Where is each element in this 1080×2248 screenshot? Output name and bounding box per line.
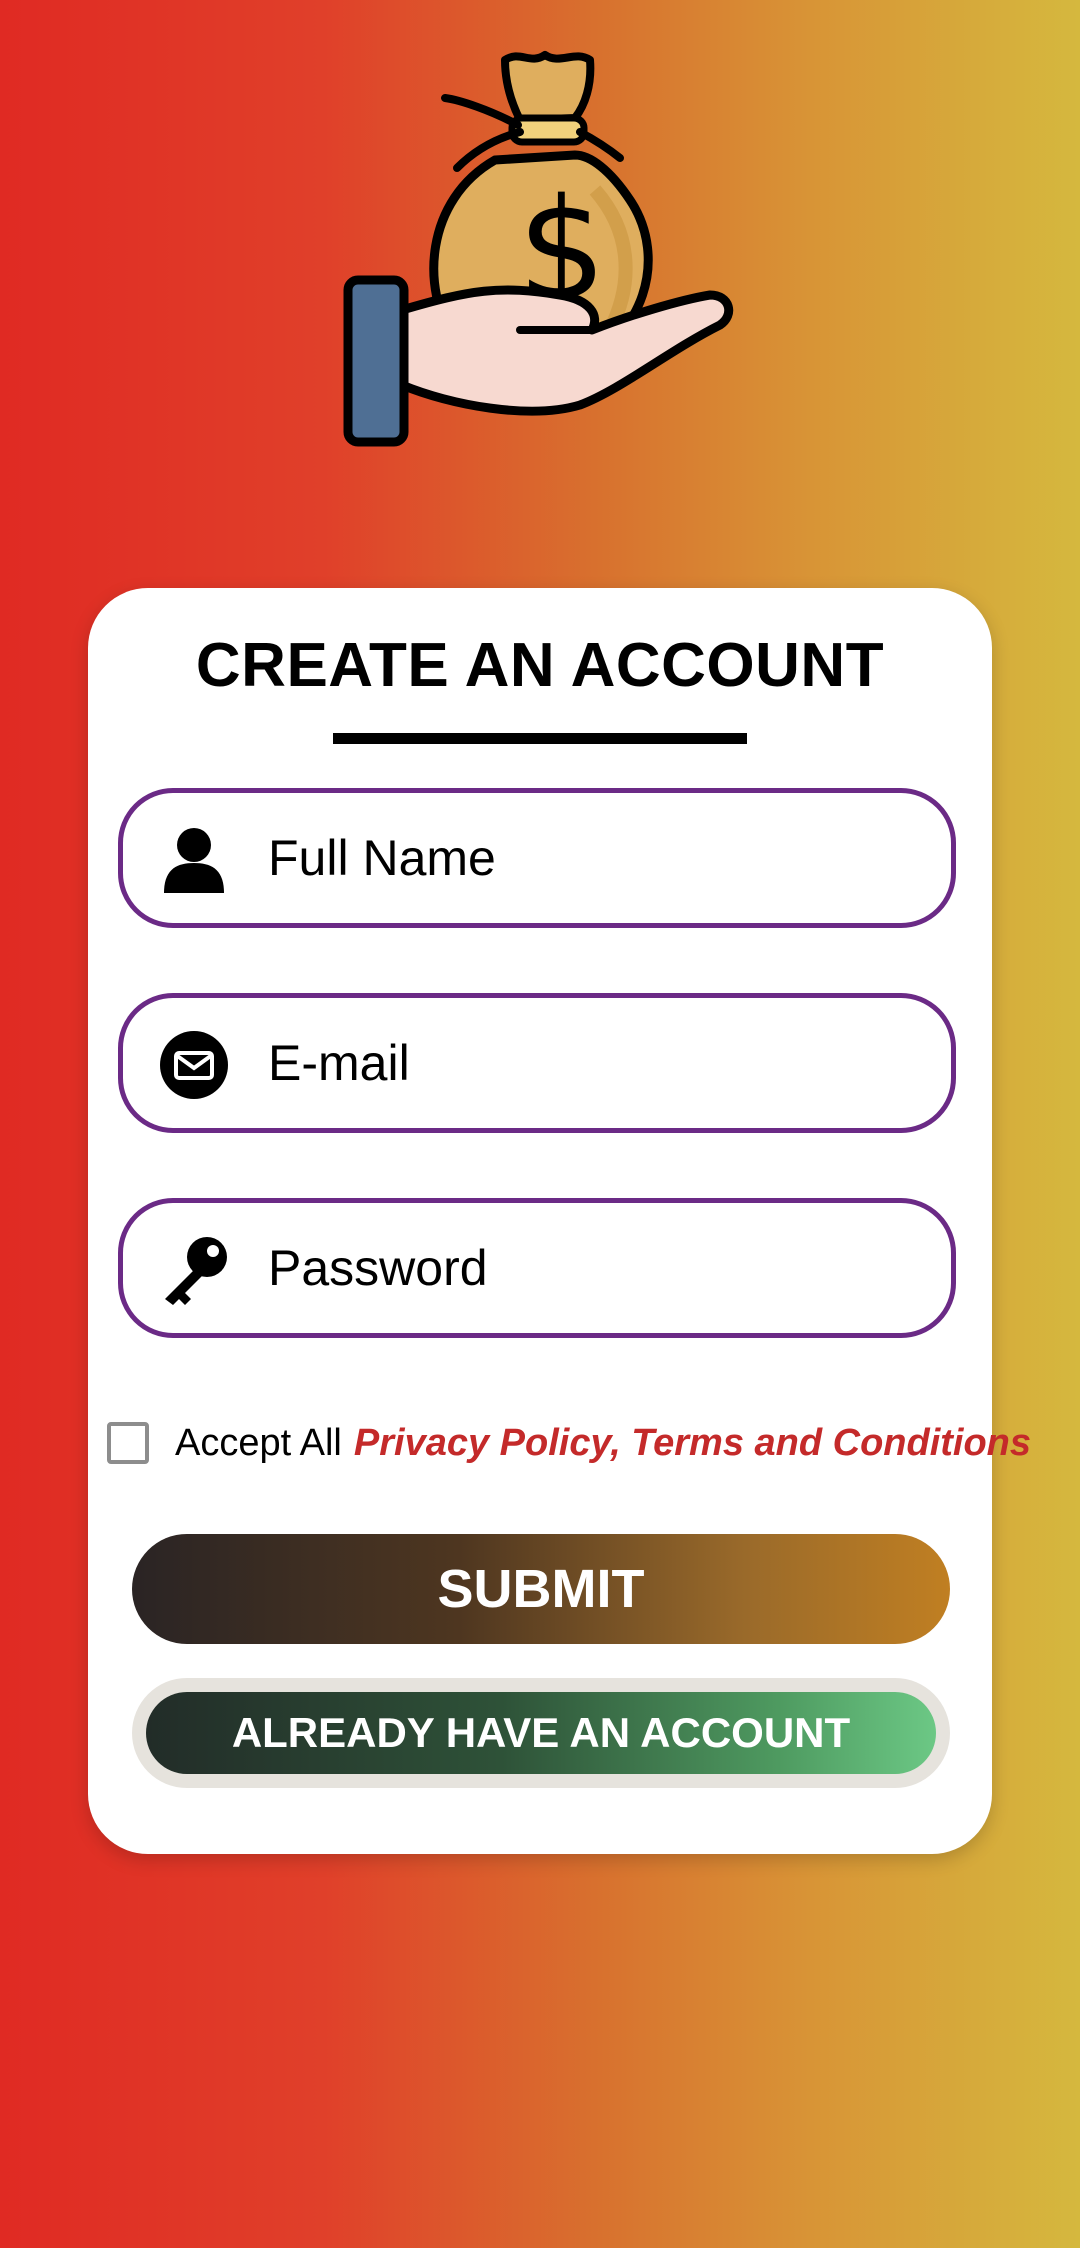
email-placeholder: E-mail: [268, 1035, 410, 1091]
money-bag-hand-icon: $: [343, 51, 734, 447]
accept-checkbox[interactable]: [107, 1422, 149, 1464]
password-field[interactable]: Password: [118, 1198, 956, 1338]
password-placeholder: Password: [268, 1240, 488, 1296]
email-field[interactable]: E-mail: [118, 993, 956, 1133]
form-title: CREATE AN ACCOUNT: [195, 631, 885, 700]
mail-icon: [160, 1031, 228, 1099]
key-icon: [165, 1237, 227, 1305]
signup-card: CREATE AN ACCOUNT Full Name E-mail Passw…: [88, 588, 1031, 1854]
accept-label: Accept All: [175, 1421, 342, 1464]
accept-row: Accept All Privacy Policy, Terms and Con…: [107, 1418, 1031, 1468]
user-icon: [164, 828, 224, 893]
login-button-frame: ALREADY HAVE AN ACCOUNT: [132, 1678, 950, 1788]
full-name-placeholder: Full Name: [268, 830, 496, 886]
submit-button[interactable]: SUBMIT: [132, 1534, 950, 1644]
full-name-field[interactable]: Full Name: [118, 788, 956, 928]
title-underline: [333, 733, 747, 744]
already-have-account-button[interactable]: ALREADY HAVE AN ACCOUNT: [146, 1692, 936, 1774]
policy-link[interactable]: Privacy Policy, Terms and Conditions: [354, 1422, 1031, 1465]
